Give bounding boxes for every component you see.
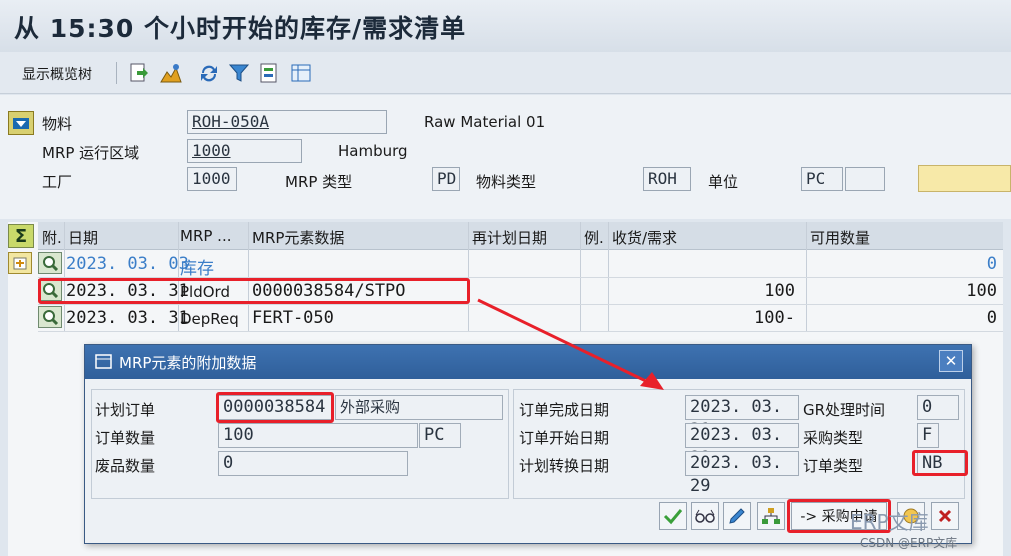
watermark-brand: ERP文库 bbox=[850, 510, 929, 534]
conversion-date-label: 计划转换日期 bbox=[519, 457, 610, 475]
graphic-icon[interactable] bbox=[158, 60, 184, 86]
expand-header-icon[interactable] bbox=[8, 111, 34, 135]
material-type-field[interactable]: ROH bbox=[643, 167, 691, 191]
dialog-window-icon bbox=[95, 354, 112, 369]
row-mrp-element: 库存 bbox=[180, 259, 214, 279]
row-qty: 100- bbox=[754, 308, 795, 328]
unit-field[interactable]: PC bbox=[801, 167, 843, 191]
row-date: 2023. 03. 31 bbox=[66, 308, 189, 328]
mrp-type-label: MRP 类型 bbox=[285, 173, 353, 191]
col-receipt-requirement[interactable]: 收货/需求 bbox=[612, 227, 677, 248]
new-element-icon[interactable] bbox=[8, 252, 32, 274]
status-field bbox=[918, 165, 1011, 192]
scrap-qty-label: 废品数量 bbox=[95, 457, 156, 475]
highlight-box bbox=[216, 392, 334, 423]
col-mrp-element[interactable]: MRP ... bbox=[180, 227, 231, 245]
confirm-button[interactable] bbox=[659, 502, 687, 530]
grid-header: 附. 日期 MRP ... MRP元素数据 再计划日期 例. 收货/需求 可用数… bbox=[38, 222, 1003, 250]
plant-field[interactable]: 1000 bbox=[187, 167, 237, 191]
order-finish-label: 订单完成日期 bbox=[519, 401, 610, 419]
mrp-area-label: MRP 运行区域 bbox=[42, 144, 140, 162]
detail-view-icon[interactable] bbox=[38, 252, 62, 274]
detail-view-icon[interactable] bbox=[38, 306, 62, 328]
material-type-label: 物料类型 bbox=[476, 173, 537, 191]
mrp-area-description: Hamburg bbox=[338, 142, 408, 160]
mrp-type-field[interactable]: PD bbox=[432, 167, 460, 191]
sum-icon[interactable]: Σ bbox=[8, 224, 34, 248]
col-mrp-data[interactable]: MRP元素数据 bbox=[252, 227, 344, 248]
glasses-icon[interactable] bbox=[691, 502, 719, 530]
row-available: 100 bbox=[966, 281, 997, 301]
toolbar-separator bbox=[116, 62, 117, 84]
planned-order-label: 计划订单 bbox=[95, 401, 156, 419]
unit-label: 单位 bbox=[708, 173, 739, 191]
order-start-label: 订单开始日期 bbox=[519, 429, 610, 447]
toolbar: 显示概览树 bbox=[0, 52, 1011, 94]
table-row[interactable]: 2023. 03. 31 DepReq FERT-050 100- 0 bbox=[38, 305, 1003, 332]
order-type-label: 订单类型 bbox=[803, 457, 864, 475]
col-reschedule-date[interactable]: 再计划日期 bbox=[472, 227, 547, 248]
dialog-title-bar: MRP元素的附加数据 ✕ bbox=[85, 345, 971, 379]
col-available-qty[interactable]: 可用数量 bbox=[810, 227, 870, 248]
cancel-button[interactable] bbox=[931, 502, 959, 530]
row-mrp-data: FERT-050 bbox=[252, 308, 334, 328]
scrap-qty-field[interactable]: 0 bbox=[218, 451, 408, 476]
order-start-field[interactable]: 2023. 03. 29 bbox=[685, 423, 799, 468]
gr-time-label: GR处理时间 bbox=[803, 401, 886, 419]
order-finish-field[interactable]: 2023. 03. 31 bbox=[685, 395, 799, 440]
show-tree-button[interactable]: 显示概览树 bbox=[22, 64, 92, 84]
proc-type-field[interactable]: F bbox=[917, 423, 939, 448]
row-available: 0 bbox=[986, 308, 997, 328]
order-qty-unit-field: PC bbox=[419, 423, 461, 448]
watermark-csdn: CSDN @ERP文库 bbox=[860, 536, 958, 550]
mrp-area-field[interactable]: 1000 bbox=[187, 139, 302, 163]
col-date[interactable]: 日期 bbox=[68, 227, 98, 248]
order-qty-field[interactable]: 100 bbox=[218, 423, 418, 448]
table-row[interactable]: 2023. 03. 03 库存 0 bbox=[38, 251, 1003, 279]
material-description: Raw Material 01 bbox=[424, 113, 546, 131]
material-field[interactable]: ROH-050A bbox=[187, 110, 387, 134]
material-label: 物料 bbox=[42, 115, 73, 133]
header-section: 物料 ROH-050A Raw Material 01 MRP 运行区域 100… bbox=[0, 95, 1011, 219]
row-mrp-element: DepReq bbox=[180, 310, 239, 328]
conversion-date-field[interactable]: 2023. 03. 29 bbox=[685, 451, 799, 496]
details-icon[interactable] bbox=[256, 60, 282, 86]
refresh-page-icon[interactable] bbox=[126, 60, 152, 86]
unit-extra-field bbox=[845, 167, 885, 191]
gr-time-field[interactable]: 0 bbox=[917, 395, 959, 420]
highlight-box bbox=[912, 450, 968, 476]
filter-icon[interactable] bbox=[226, 60, 252, 86]
page-title: 从 15:30 个小时开始的库存/需求清单 bbox=[14, 14, 467, 43]
table-settings-icon[interactable] bbox=[288, 60, 314, 86]
order-qty-label: 订单数量 bbox=[95, 429, 156, 447]
col-attach[interactable]: 附. bbox=[42, 227, 62, 248]
col-exception[interactable]: 例. bbox=[584, 227, 604, 248]
edit-icon[interactable] bbox=[723, 502, 751, 530]
window-title-bar: 从 15:30 个小时开始的库存/需求清单 bbox=[0, 0, 1011, 52]
dialog-title: MRP元素的附加数据 bbox=[119, 354, 257, 372]
refresh-icon[interactable] bbox=[196, 60, 222, 86]
row-date: 2023. 03. 03 bbox=[66, 254, 189, 274]
close-icon[interactable]: ✕ bbox=[939, 350, 963, 372]
proc-type-label: 采购类型 bbox=[803, 429, 864, 447]
procurement-text-field: 外部采购 bbox=[335, 395, 503, 420]
row-available: 0 bbox=[986, 254, 997, 274]
row-qty: 100 bbox=[764, 281, 795, 301]
hierarchy-icon[interactable] bbox=[757, 502, 785, 530]
plant-label: 工厂 bbox=[42, 173, 73, 191]
highlight-box bbox=[38, 278, 470, 304]
